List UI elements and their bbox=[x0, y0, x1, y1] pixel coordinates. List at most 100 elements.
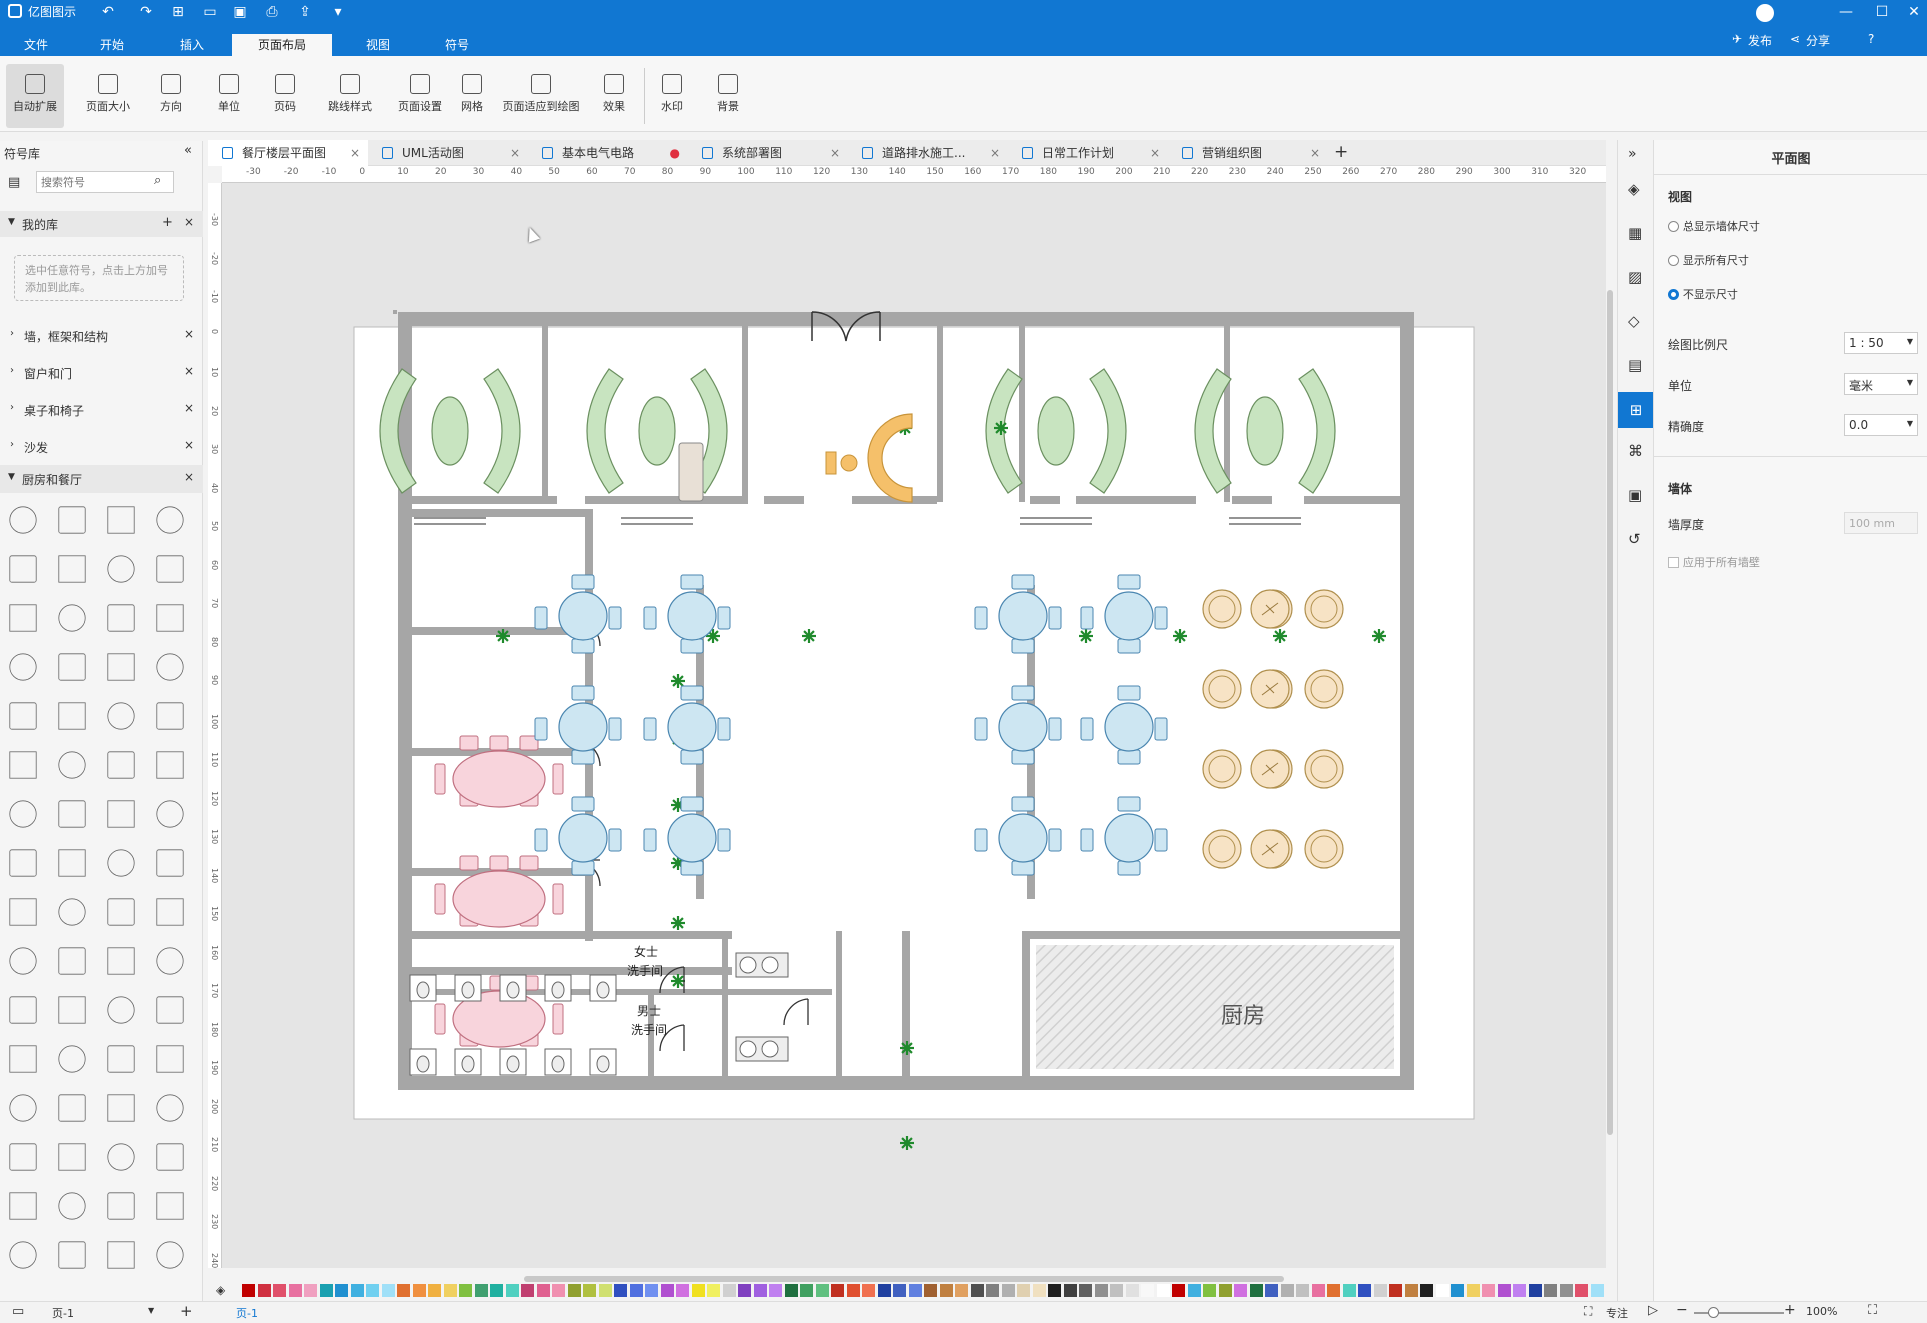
symbol-item[interactable] bbox=[9, 800, 37, 828]
save-icon[interactable]: ▣ bbox=[230, 4, 250, 20]
color-swatch[interactable] bbox=[459, 1284, 472, 1297]
menu-file[interactable]: 文件 bbox=[14, 34, 58, 56]
color-swatch[interactable] bbox=[319, 1284, 333, 1297]
color-swatch[interactable] bbox=[1156, 1284, 1170, 1297]
color-swatch[interactable] bbox=[598, 1284, 612, 1297]
symbol-item[interactable] bbox=[58, 1094, 86, 1122]
color-swatch[interactable] bbox=[660, 1284, 674, 1297]
color-swatch[interactable] bbox=[1358, 1284, 1371, 1297]
color-swatch[interactable] bbox=[1218, 1284, 1232, 1297]
zoom-level[interactable]: 100% bbox=[1806, 1305, 1837, 1318]
symbol-item[interactable] bbox=[58, 947, 86, 975]
notes-icon[interactable]: ▤ bbox=[1628, 356, 1642, 374]
layout-icon[interactable]: ▦ bbox=[1628, 224, 1642, 242]
symbol-item[interactable] bbox=[9, 996, 37, 1024]
page-tab[interactable]: 页-1 bbox=[236, 1305, 258, 1321]
color-swatch[interactable] bbox=[1466, 1284, 1480, 1297]
symbol-item[interactable] bbox=[58, 702, 86, 730]
color-swatch[interactable] bbox=[397, 1284, 410, 1297]
share-button[interactable]: 分享 bbox=[1806, 32, 1830, 49]
color-swatch[interactable] bbox=[1079, 1284, 1092, 1297]
color-swatch[interactable] bbox=[1172, 1284, 1185, 1297]
symbol-item[interactable] bbox=[107, 1045, 135, 1073]
new-icon[interactable]: ⊞ bbox=[168, 4, 188, 20]
remove-category-icon[interactable]: × bbox=[184, 438, 194, 452]
symbol-item[interactable] bbox=[107, 653, 135, 681]
color-swatch[interactable] bbox=[1296, 1284, 1309, 1297]
symbol-item[interactable] bbox=[58, 555, 86, 583]
color-swatch[interactable] bbox=[1110, 1284, 1123, 1297]
effect-button[interactable]: 效果 bbox=[594, 64, 634, 128]
color-swatch[interactable] bbox=[521, 1284, 534, 1297]
symbol-item[interactable] bbox=[107, 604, 135, 632]
symbol-item[interactable] bbox=[156, 555, 184, 583]
fullscreen-icon[interactable]: ⛶ bbox=[1868, 1303, 1877, 1318]
symbol-item[interactable] bbox=[9, 555, 37, 583]
symbol-item[interactable] bbox=[107, 800, 135, 828]
symbol-item[interactable] bbox=[58, 653, 86, 681]
symbol-item[interactable] bbox=[58, 849, 86, 877]
radio-show-wall-dims[interactable]: 总显示墙体尺寸 bbox=[1668, 218, 1760, 234]
expand-panel-icon[interactable]: » bbox=[1628, 146, 1637, 162]
fill-bucket-icon[interactable]: ◈ bbox=[216, 1283, 225, 1297]
fit-icon[interactable]: ⛶ bbox=[1584, 1304, 1592, 1319]
tab-marketing-org[interactable]: 营销组织图 × bbox=[1168, 140, 1328, 166]
color-swatch[interactable] bbox=[1482, 1284, 1495, 1297]
zoom-out-icon[interactable]: − bbox=[1676, 1302, 1688, 1318]
color-swatch[interactable] bbox=[784, 1284, 798, 1297]
symbol-item[interactable] bbox=[58, 604, 86, 632]
drawing-canvas[interactable]: 厨房 女士 洗手间 男士 洗手间 bbox=[222, 183, 1606, 1282]
color-swatch[interactable] bbox=[1451, 1284, 1464, 1297]
symbol-item[interactable] bbox=[107, 1094, 135, 1122]
symbol-item[interactable] bbox=[58, 751, 86, 779]
color-swatch[interactable] bbox=[862, 1284, 875, 1297]
auto-expand-button[interactable]: 自动扩展 bbox=[6, 64, 64, 128]
undo-icon[interactable]: ↶ bbox=[98, 4, 118, 20]
image-icon[interactable]: ▨ bbox=[1628, 268, 1642, 286]
color-swatch[interactable] bbox=[242, 1284, 255, 1297]
symbol-item[interactable] bbox=[58, 1143, 86, 1171]
precision-select[interactable]: 0.0 ▼ bbox=[1844, 414, 1918, 436]
color-swatch[interactable] bbox=[769, 1284, 782, 1297]
symbol-item[interactable] bbox=[9, 1045, 37, 1073]
color-swatch[interactable] bbox=[1017, 1284, 1030, 1297]
symbol-item[interactable] bbox=[107, 1241, 135, 1269]
minimize-icon[interactable]: — bbox=[1836, 4, 1856, 20]
color-swatch[interactable] bbox=[1032, 1284, 1046, 1297]
color-swatch[interactable] bbox=[1094, 1284, 1108, 1297]
remove-category-icon[interactable]: × bbox=[184, 364, 194, 378]
color-swatch[interactable] bbox=[691, 1284, 705, 1297]
redo-icon[interactable]: ↷ bbox=[136, 4, 156, 20]
library-menu-icon[interactable]: ▤ bbox=[8, 175, 20, 190]
color-swatch[interactable] bbox=[1373, 1284, 1387, 1297]
color-swatch[interactable] bbox=[738, 1284, 751, 1297]
wall-thickness-input[interactable]: 100 mm bbox=[1844, 512, 1918, 534]
new-tab-icon[interactable]: + bbox=[1334, 142, 1348, 162]
fit-page-button[interactable]: 页面适应到绘图 bbox=[496, 64, 586, 128]
export-icon[interactable]: ⇪ bbox=[295, 4, 315, 20]
search-icon[interactable]: ⌕ bbox=[154, 173, 161, 188]
symbol-item[interactable] bbox=[9, 898, 37, 926]
grid-button[interactable]: 网格 bbox=[454, 64, 490, 128]
avatar[interactable] bbox=[1756, 4, 1774, 22]
category-windows-doors[interactable]: › 窗户和门 × bbox=[0, 358, 203, 388]
tab-electric-circuit[interactable]: 基本电气电路 ● bbox=[528, 140, 688, 166]
symbol-item[interactable] bbox=[156, 1143, 184, 1171]
category-walls[interactable]: › 墙，框架和结构 × bbox=[0, 321, 203, 351]
symbol-item[interactable] bbox=[156, 1094, 184, 1122]
symbol-item[interactable] bbox=[9, 702, 37, 730]
symbol-item[interactable] bbox=[107, 1192, 135, 1220]
tab-daily-plan[interactable]: 日常工作计划 × bbox=[1008, 140, 1168, 166]
tab-close-icon[interactable]: × bbox=[350, 140, 360, 166]
help-icon[interactable]: ? bbox=[1868, 32, 1874, 46]
menu-view[interactable]: 视图 bbox=[356, 34, 400, 56]
color-swatch[interactable] bbox=[753, 1284, 767, 1297]
symbol-item[interactable] bbox=[9, 849, 37, 877]
color-swatch[interactable] bbox=[288, 1284, 302, 1297]
color-swatch[interactable] bbox=[350, 1284, 364, 1297]
symbol-item[interactable] bbox=[9, 751, 37, 779]
color-swatch[interactable] bbox=[505, 1284, 519, 1297]
color-swatch[interactable] bbox=[1389, 1284, 1402, 1297]
radio-show-all-dims[interactable]: 显示所有尺寸 bbox=[1668, 252, 1749, 268]
color-swatch[interactable] bbox=[1575, 1284, 1588, 1297]
